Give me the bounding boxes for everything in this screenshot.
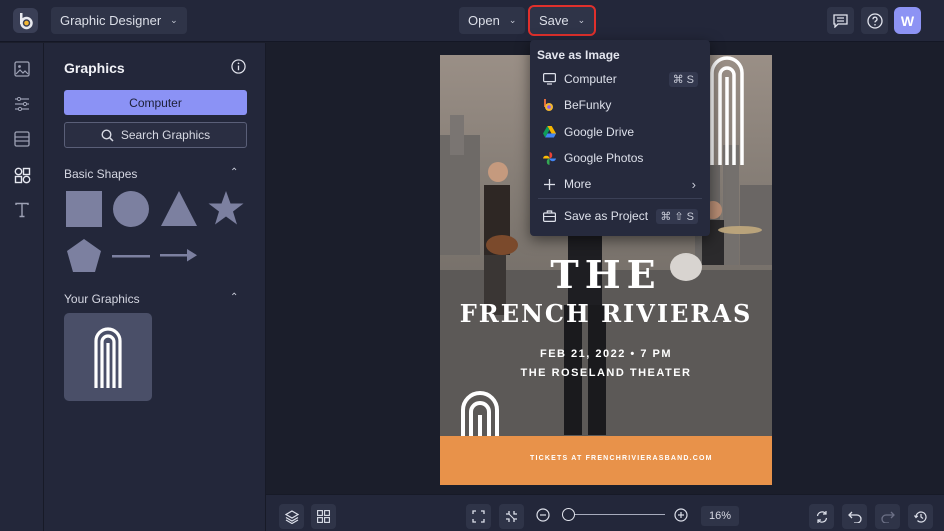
save-label: Save (539, 13, 569, 28)
expand-icon (472, 510, 485, 523)
basic-shapes-title: Basic Shapes (64, 167, 138, 181)
menu-divider (538, 198, 702, 199)
save-as-project-label: Save as Project (564, 209, 649, 223)
help-icon (866, 12, 883, 29)
refresh-icon (816, 510, 827, 523)
save-more-label: More (564, 177, 592, 191)
briefcase-icon (542, 209, 556, 223)
save-dropdown-menu: Save as Image Computer ⌘ S BeFunky Googl… (530, 40, 710, 236)
layouts-icon[interactable] (12, 129, 32, 149)
circle-shape[interactable] (112, 191, 150, 229)
history-button[interactable] (908, 504, 933, 529)
redo-icon (880, 511, 895, 523)
search-icon (101, 128, 114, 142)
befunky-logo-icon[interactable] (13, 8, 38, 33)
chevron-down-icon: ⌄ (577, 15, 586, 25)
befunky-icon (542, 98, 556, 112)
plus-icon (542, 177, 556, 191)
bottom-toolbar (266, 494, 944, 531)
replace-image-button[interactable] (809, 504, 834, 529)
google-photos-icon (542, 151, 556, 165)
arrow-shape[interactable] (160, 248, 198, 262)
layers-button[interactable] (279, 504, 304, 529)
grid-view-button[interactable] (311, 504, 336, 529)
open-button[interactable]: Open ⌄ (459, 7, 526, 34)
save-google-photos-label: Google Photos (564, 151, 644, 165)
poster-venue: THE ROSELAND THEATER (520, 367, 692, 379)
open-label: Open (468, 13, 500, 28)
save-button[interactable]: Save ⌄ (527, 5, 597, 36)
save-computer-shortcut: ⌘ S (668, 71, 698, 87)
zoom-in-icon (674, 508, 688, 522)
user-avatar[interactable]: W (894, 7, 921, 34)
history-icon (913, 510, 927, 523)
zoom-out-icon (536, 508, 550, 522)
shrink-icon (506, 511, 517, 522)
save-as-project-item[interactable]: Save as Project ⌘ ⇧ S (530, 204, 710, 228)
monitor-icon (542, 72, 556, 86)
save-google-photos-item[interactable]: Google Photos (530, 146, 710, 170)
fit-to-screen-button[interactable] (466, 504, 491, 529)
grid-icon (317, 510, 330, 523)
pentagon-shape[interactable] (66, 239, 102, 273)
info-icon[interactable] (231, 59, 246, 74)
chevron-down-icon: ⌄ (508, 15, 517, 25)
save-google-drive-item[interactable]: Google Drive (530, 120, 710, 144)
save-befunky-label: BeFunky (564, 98, 612, 112)
app-mode-dropdown[interactable]: Graphic Designer ⌄ (51, 7, 187, 34)
help-button[interactable] (861, 7, 888, 34)
chevron-up-icon[interactable]: ⌃ (230, 167, 238, 178)
undo-icon (847, 511, 862, 523)
star-shape[interactable] (207, 190, 245, 227)
save-google-drive-label: Google Drive (564, 125, 635, 139)
comments-button[interactable] (827, 7, 854, 34)
search-graphics-button[interactable]: Search Graphics (64, 122, 247, 148)
redo-button[interactable] (875, 504, 900, 529)
zoom-in-button[interactable] (674, 508, 688, 527)
app-mode-label: Graphic Designer (60, 13, 162, 28)
image-manager-icon[interactable] (12, 59, 32, 79)
zoom-slider-track[interactable] (565, 514, 665, 515)
graphics-shapes-icon[interactable] (12, 165, 32, 185)
poster-band-name: FRENCH RIVIERAS (459, 299, 753, 328)
arch-graphic-icon (94, 327, 122, 388)
graphics-panel: Graphics Computer Search Graphics Basic … (44, 43, 266, 531)
line-shape[interactable] (112, 253, 150, 259)
layers-icon (284, 509, 299, 524)
chevron-right-icon: › (691, 176, 696, 192)
your-graphic-arch-thumbnail[interactable] (64, 313, 152, 401)
your-graphics-title: Your Graphics (64, 292, 140, 306)
zoom-level-display[interactable]: 16% (701, 506, 739, 526)
save-befunky-item[interactable]: BeFunky (530, 93, 710, 117)
chevron-down-icon: ⌄ (170, 15, 178, 25)
text-tool-icon[interactable] (12, 200, 32, 220)
zoom-out-button[interactable] (536, 508, 550, 527)
save-as-image-header: Save as Image (537, 48, 620, 62)
poster-headline-the: THE (550, 252, 662, 297)
top-bar: Graphic Designer ⌄ Open ⌄ Save ⌄ W (0, 0, 944, 42)
search-graphics-label: Search Graphics (120, 128, 211, 142)
poster-tickets-text: TICKETS AT FRENCHRIVIERASBAND.COM (530, 455, 713, 462)
square-shape[interactable] (66, 191, 102, 227)
save-computer-label: Computer (564, 72, 617, 86)
save-more-item[interactable]: More › (530, 172, 710, 196)
panel-title: Graphics (64, 60, 125, 76)
zoom-slider-handle[interactable] (561, 508, 575, 521)
google-drive-icon (542, 125, 556, 139)
poster-date: FEB 21, 2022 • 7 PM (539, 348, 672, 360)
chevron-up-icon[interactable]: ⌃ (230, 292, 238, 303)
comment-icon (833, 13, 848, 28)
computer-upload-button[interactable]: Computer (64, 90, 247, 115)
triangle-shape[interactable] (160, 191, 198, 227)
left-tool-rail (0, 43, 44, 531)
actual-size-button[interactable] (499, 504, 524, 529)
undo-button[interactable] (842, 504, 867, 529)
save-computer-item[interactable]: Computer ⌘ S (530, 67, 710, 91)
save-as-project-shortcut: ⌘ ⇧ S (656, 208, 698, 224)
customize-sliders-icon[interactable] (12, 94, 32, 114)
